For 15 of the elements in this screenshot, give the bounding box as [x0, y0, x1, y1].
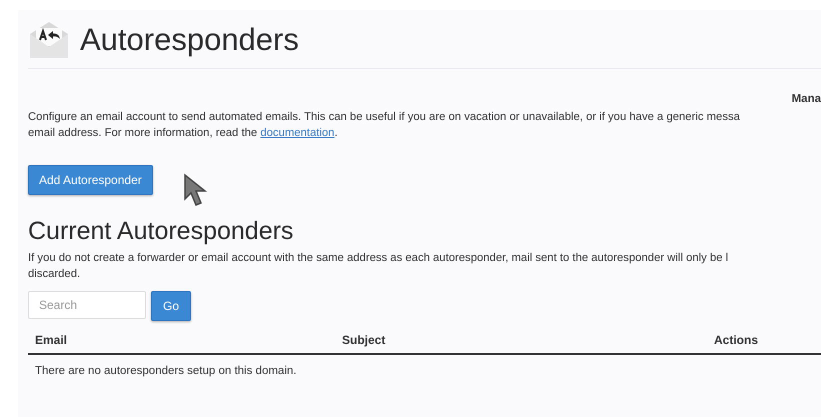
page-title: Autoresponders — [80, 22, 299, 58]
envelope-reply-icon — [28, 20, 70, 60]
column-header: Email — [35, 333, 68, 347]
note-text: If you do not create a forwarder or email account with the same address as each autoresponder, mail sent to the autoresponder will only be l discarded. — [28, 251, 730, 282]
column-header: Subject — [342, 333, 386, 347]
manage-label: Mana — [792, 93, 821, 105]
go-button[interactable]: Go — [151, 291, 192, 321]
search-field[interactable]: Search — [28, 291, 146, 319]
documentation-link[interactable]: documentation — [260, 127, 334, 139]
intro-text: Configure an email account to send automated emails. This can be useful if you are on vacation or unavailable, or if you have a generic messa email address. For more information, read the documentation. — [28, 110, 741, 141]
add-autoresponder-button[interactable]: Add Autoresponder — [28, 165, 153, 195]
mouse-pointer-icon — [182, 173, 209, 209]
empty-message: There are no autoresponders setup on this domain. — [35, 365, 296, 377]
section-title: Current Autoresponders — [28, 217, 294, 246]
column-header: Actions — [714, 333, 760, 347]
